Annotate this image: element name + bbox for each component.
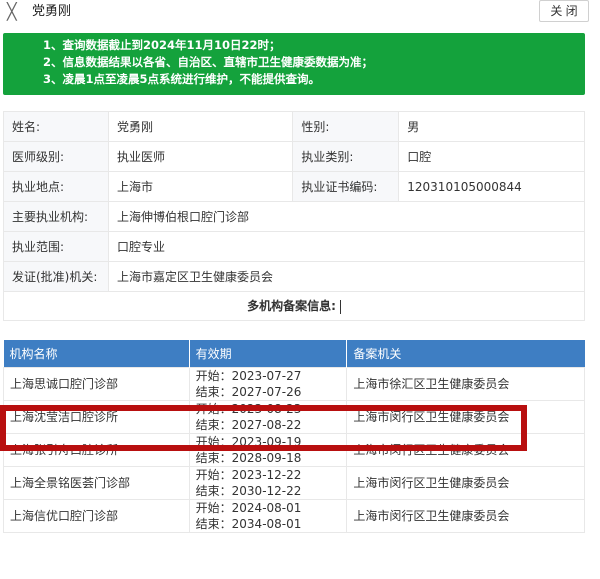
category-value: 口腔 — [398, 141, 585, 172]
cert-value: 120310105000844 — [398, 171, 585, 202]
notice-line: 3、凌晨1点至凌晨5点系统进行维护，不能提供查询。 — [43, 72, 321, 86]
notice-line: 2、信息数据结果以各省、自治区、直辖市卫生健康委数据为准； — [43, 55, 373, 69]
column-header-org-name: 机构名称 — [3, 340, 190, 367]
org-name-cell: 上海全景铭医荟门诊部 — [3, 465, 190, 500]
start-date: 开始：2023-12-22 — [195, 467, 302, 482]
authority-cell: 上海市徐汇区卫生健康委员会 — [346, 366, 585, 401]
page-title: 党勇刚 — [32, 4, 72, 19]
table-row: 上海思诚口腔门诊部 开始：2023-07-27 结束：2027-07-26 上海市… — [3, 366, 585, 401]
multi-org-heading: 多机构备案信息: — [3, 291, 585, 321]
end-date: 结束：2030-12-22 — [195, 483, 302, 498]
location-label: 执业地点: — [3, 171, 109, 202]
title-bar: ╳ 党勇刚 关 闭 — [0, 0, 600, 30]
table-row: 上海信优口腔门诊部 开始：2024-08-01 结束：2034-08-01 上海市… — [3, 498, 585, 533]
start-date: 开始：2023-07-27 — [195, 368, 302, 383]
authority-cell: 上海市闵行区卫生健康委员会 — [346, 465, 585, 500]
notice-line: 1、查询数据截止到2024年11月10日22时； — [43, 38, 281, 52]
info-row: 执业范围: 口腔专业 — [3, 231, 586, 262]
info-row: 执业地点: 上海市 执业证书编码: 120310105000844 — [3, 171, 585, 202]
highlight-box — [0, 405, 527, 451]
notice-banner: 1、查询数据截止到2024年11月10日22时； 2、信息数据结果以各省、自治区… — [3, 33, 585, 95]
column-header-authority: 备案机关 — [346, 340, 585, 367]
org-value: 上海伸博伯根口腔门诊部 — [107, 201, 586, 232]
category-label: 执业类别: — [292, 141, 400, 172]
scope-value: 口腔专业 — [107, 231, 586, 262]
scope-label: 执业范围: — [3, 231, 109, 262]
name-label: 姓名: — [3, 111, 109, 142]
multi-org-title: 多机构备案信息: — [247, 299, 336, 313]
location-value: 上海市 — [107, 171, 294, 202]
name-value: 党勇刚 — [107, 111, 294, 142]
org-table-header: 机构名称 有效期 备案机关 — [3, 340, 585, 367]
gender-label: 性别: — [292, 111, 400, 142]
text-cursor — [339, 299, 341, 314]
table-row: 上海全景铭医荟门诊部 开始：2023-12-22 结束：2030-12-22 上海… — [3, 465, 585, 500]
validity-cell: 开始：2024-08-01 结束：2034-08-01 — [188, 498, 348, 533]
start-date: 开始：2024-08-01 — [195, 500, 302, 515]
column-header-validity: 有效期 — [189, 340, 348, 367]
end-date: 结束：2034-08-01 — [195, 516, 302, 531]
close-button[interactable]: 关 闭 — [539, 0, 589, 22]
level-label: 医师级别: — [3, 141, 109, 172]
cert-label: 执业证书编码: — [292, 171, 400, 202]
authority-cell: 上海市闵行区卫生健康委员会 — [346, 498, 585, 533]
issuer-label: 发证(批准)机关: — [3, 261, 109, 292]
close-icon[interactable]: ╳ — [7, 2, 17, 22]
info-row: 发证(批准)机关: 上海市嘉定区卫生健康委员会 — [3, 261, 586, 292]
validity-cell: 开始：2023-07-27 结束：2027-07-26 — [188, 366, 348, 401]
doctor-info-table: 姓名: 党勇刚 性别: 男 医师级别: 执业医师 执业类别: 口腔 执业地点: … — [3, 111, 586, 292]
gender-value: 男 — [398, 111, 585, 142]
info-row: 主要执业机构: 上海伸博伯根口腔门诊部 — [3, 201, 586, 232]
end-date: 结束：2028-09-18 — [195, 450, 302, 465]
issuer-value: 上海市嘉定区卫生健康委员会 — [107, 261, 586, 292]
org-label: 主要执业机构: — [3, 201, 109, 232]
validity-cell: 开始：2023-12-22 结束：2030-12-22 — [188, 465, 348, 500]
info-row: 医师级别: 执业医师 执业类别: 口腔 — [3, 141, 585, 172]
level-value: 执业医师 — [107, 141, 294, 172]
info-row: 姓名: 党勇刚 性别: 男 — [3, 111, 585, 142]
end-date: 结束：2027-07-26 — [195, 384, 302, 399]
org-name-cell: 上海思诚口腔门诊部 — [3, 366, 190, 401]
org-name-cell: 上海信优口腔门诊部 — [3, 498, 190, 533]
